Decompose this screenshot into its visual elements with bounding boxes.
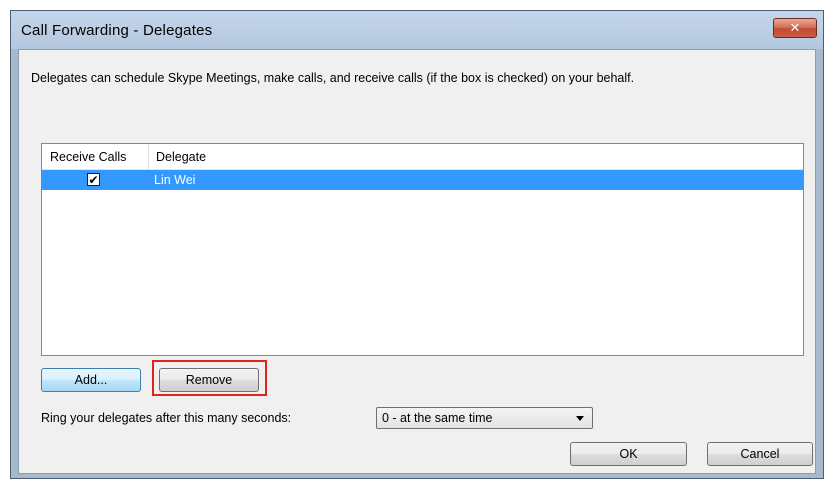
- column-divider[interactable]: [148, 144, 149, 169]
- table-row[interactable]: ✔ Lin Wei: [42, 170, 803, 190]
- receive-calls-checkbox[interactable]: ✔: [87, 173, 100, 186]
- ring-delay-select[interactable]: 0 - at the same time: [376, 407, 593, 429]
- delegates-list[interactable]: Receive Calls Delegate ✔ Lin Wei: [41, 143, 804, 356]
- description-text: Delegates can schedule Skype Meetings, m…: [31, 71, 635, 85]
- close-button[interactable]: ✕: [773, 18, 817, 38]
- remove-highlight-box: [152, 360, 267, 396]
- ring-delay-value: 0 - at the same time: [382, 411, 493, 425]
- dialog-window: Call Forwarding - Delegates ✕ Delegates …: [10, 10, 824, 479]
- ok-button[interactable]: OK: [570, 442, 687, 466]
- chevron-down-icon: [576, 416, 584, 421]
- ring-delay-label: Ring your delegates after this many seco…: [41, 411, 292, 425]
- add-button[interactable]: Add...: [41, 368, 141, 392]
- title-bar[interactable]: Call Forwarding - Delegates ✕: [11, 11, 823, 49]
- cancel-button[interactable]: Cancel: [707, 442, 813, 466]
- dialog-body: Delegates can schedule Skype Meetings, m…: [18, 49, 816, 474]
- column-header-delegate[interactable]: Delegate: [156, 150, 206, 164]
- column-header-receive-calls[interactable]: Receive Calls: [50, 150, 126, 164]
- window-title: Call Forwarding - Delegates: [21, 22, 213, 39]
- list-header: Receive Calls Delegate: [42, 144, 803, 170]
- close-icon: ✕: [789, 20, 801, 35]
- delegate-name: Lin Wei: [154, 173, 196, 187]
